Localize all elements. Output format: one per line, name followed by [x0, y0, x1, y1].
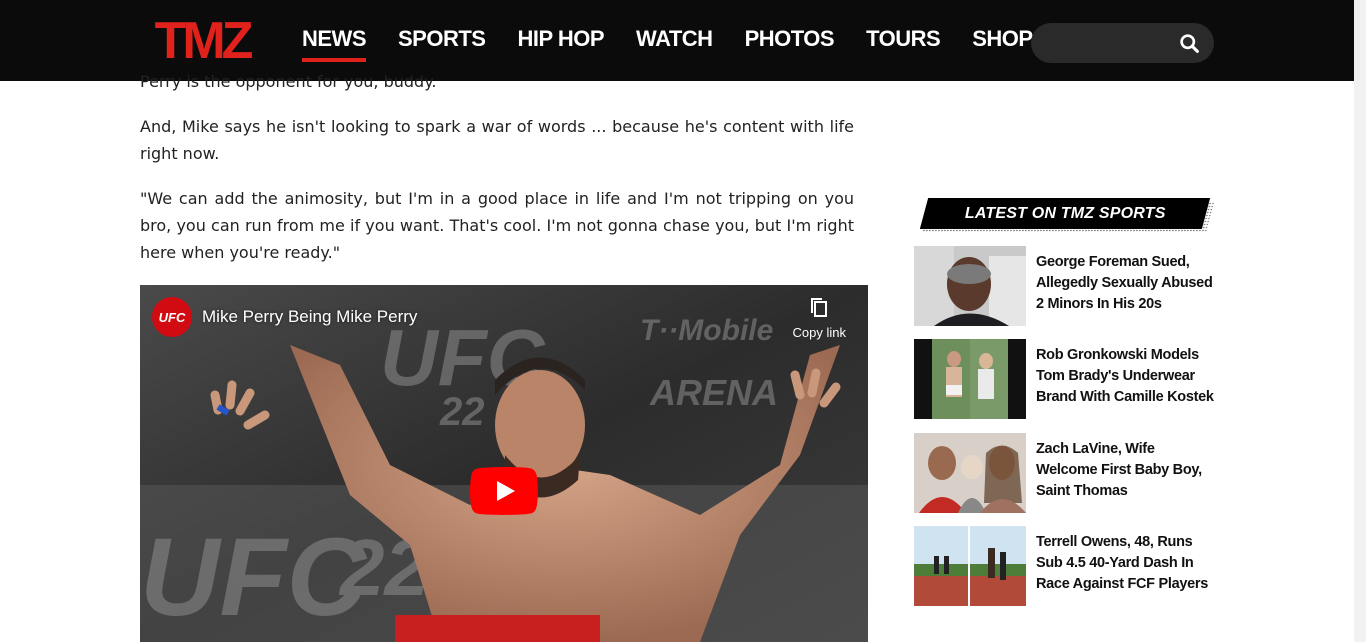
article-paragraph: And, Mike says he isn't looking to spark…: [140, 117, 854, 163]
tmz-logo[interactable]: TMZ: [140, 12, 264, 68]
copy-icon: [811, 298, 828, 317]
copy-link-label: Copy link: [792, 325, 846, 340]
story-title[interactable]: Rob Gronkowski Models Tom Brady's Underw…: [1036, 345, 1214, 419]
story-thumbnail[interactable]: [914, 339, 1026, 419]
video-thumbnail: UFC 22 ARENA UFC 226 T··Mobile: [140, 285, 868, 642]
nav-news[interactable]: NEWS: [302, 26, 367, 62]
nav-watch[interactable]: WATCH: [636, 26, 713, 58]
article-body: Perry is the opponent for you, buddy. An…: [140, 70, 854, 284]
story-thumbnail[interactable]: [914, 526, 1026, 606]
main-nav: NEWS SPORTS HIP HOP WATCH PHOTOS TOURS S…: [302, 26, 1033, 62]
story-thumbnail[interactable]: [914, 246, 1026, 326]
svg-text:ARENA: ARENA: [649, 372, 778, 413]
play-icon[interactable]: [470, 467, 538, 515]
sidebar-title: LATEST ON TMZ SPORTS: [964, 204, 1166, 222]
story-item[interactable]: Terrell Owens, 48, Runs Sub 4.5 40-Yard …: [914, 526, 1214, 606]
svg-text:UFC: UFC: [140, 516, 368, 639]
nav-hip-hop[interactable]: HIP HOP: [517, 26, 604, 58]
search-icon[interactable]: [1179, 33, 1200, 54]
youtube-video-embed[interactable]: UFC 22 ARENA UFC 226 T··Mobile UFC Mike …: [140, 285, 868, 642]
video-header: UFC Mike Perry Being Mike Perry: [152, 297, 417, 337]
video-title[interactable]: Mike Perry Being Mike Perry: [202, 307, 417, 327]
logo-text: TMZ: [155, 12, 253, 68]
story-title[interactable]: George Foreman Sued, Allegedly Sexually …: [1036, 252, 1214, 326]
article-paragraph: "We can add the animosity, but I'm in a …: [140, 189, 854, 262]
story-item[interactable]: George Foreman Sued, Allegedly Sexually …: [914, 246, 1214, 326]
copy-link-button[interactable]: Copy link: [793, 297, 846, 340]
channel-avatar[interactable]: UFC: [152, 297, 192, 337]
story-title[interactable]: Terrell Owens, 48, Runs Sub 4.5 40-Yard …: [1036, 532, 1214, 606]
svg-text:T··Mobile: T··Mobile: [640, 314, 773, 347]
story-item[interactable]: Zach LaVine, Wife Welcome First Baby Boy…: [914, 433, 1214, 513]
story-image: [914, 526, 1026, 606]
nav-tours[interactable]: TOURS: [866, 26, 941, 58]
nav-sports[interactable]: SPORTS: [398, 26, 486, 58]
sidebar-heading: LATEST ON TMZ SPORTS: [919, 198, 1215, 232]
article-paragraph: Perry is the opponent for you, buddy.: [140, 72, 437, 91]
search-input[interactable]: [1031, 23, 1214, 63]
story-image: [914, 246, 1026, 326]
nav-shop[interactable]: SHOP: [972, 26, 1033, 58]
story-item[interactable]: Rob Gronkowski Models Tom Brady's Underw…: [914, 339, 1214, 419]
story-image: [914, 339, 1026, 419]
story-title[interactable]: Zach LaVine, Wife Welcome First Baby Boy…: [1036, 439, 1214, 513]
svg-text:22: 22: [439, 390, 485, 434]
scrollbar[interactable]: [1354, 0, 1366, 642]
story-thumbnail[interactable]: [914, 433, 1026, 513]
heading-bar: LATEST ON TMZ SPORTS: [919, 198, 1211, 229]
nav-photos[interactable]: PHOTOS: [745, 26, 835, 58]
story-image: [914, 433, 1026, 513]
